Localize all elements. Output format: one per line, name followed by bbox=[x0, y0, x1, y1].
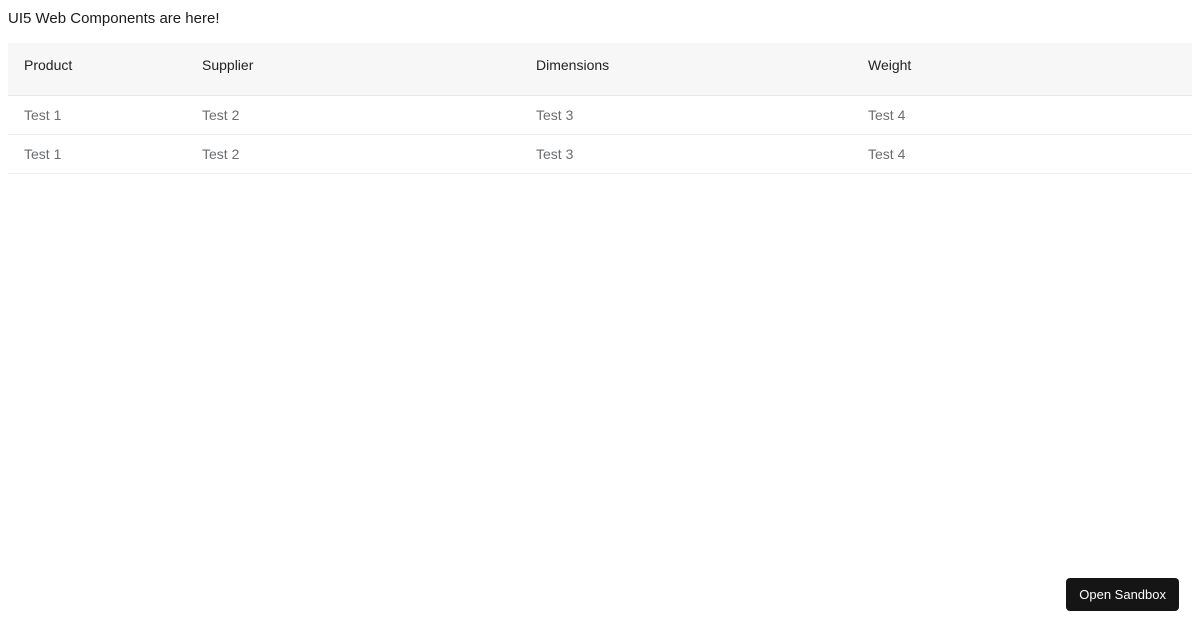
cell-product: Test 1 bbox=[8, 146, 186, 162]
open-sandbox-button[interactable]: Open Sandbox bbox=[1066, 578, 1179, 611]
page-title: UI5 Web Components are here! bbox=[0, 0, 1200, 35]
data-table: Product Supplier Dimensions Weight Test … bbox=[8, 43, 1192, 174]
column-header-weight[interactable]: Weight bbox=[852, 57, 1192, 73]
cell-supplier: Test 2 bbox=[186, 107, 520, 123]
cell-dimensions: Test 3 bbox=[520, 146, 852, 162]
cell-supplier: Test 2 bbox=[186, 146, 520, 162]
table-row[interactable]: Test 1 Test 2 Test 3 Test 4 bbox=[8, 135, 1192, 174]
table-row[interactable]: Test 1 Test 2 Test 3 Test 4 bbox=[8, 96, 1192, 135]
table-header-row: Product Supplier Dimensions Weight bbox=[8, 43, 1192, 96]
cell-weight: Test 4 bbox=[852, 107, 1192, 123]
cell-weight: Test 4 bbox=[852, 146, 1192, 162]
column-header-dimensions[interactable]: Dimensions bbox=[520, 57, 852, 73]
cell-dimensions: Test 3 bbox=[520, 107, 852, 123]
column-header-supplier[interactable]: Supplier bbox=[186, 57, 520, 73]
cell-product: Test 1 bbox=[8, 107, 186, 123]
column-header-product[interactable]: Product bbox=[8, 57, 186, 73]
